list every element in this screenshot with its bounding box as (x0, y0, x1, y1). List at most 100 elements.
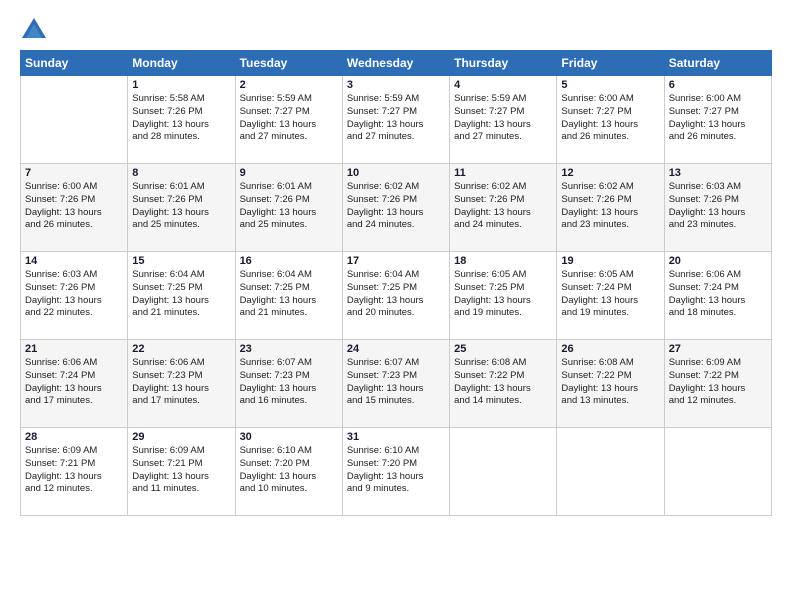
calendar-week-row: 7 Sunrise: 6:00 AM Sunset: 7:26 PM Daylig… (21, 164, 772, 252)
day-info: Sunrise: 6:09 AM Sunset: 7:21 PM Dayligh… (132, 445, 230, 496)
day-number: 5 (561, 79, 659, 91)
day-number: 9 (240, 167, 338, 179)
calendar-week-row: 14 Sunrise: 6:03 AM Sunset: 7:26 PM Dayli… (21, 252, 772, 340)
calendar-day-cell: 12 Sunrise: 6:02 AM Sunset: 7:26 PM Dayli… (557, 164, 664, 252)
day-number: 14 (25, 255, 123, 267)
calendar-week-row: 28 Sunrise: 6:09 AM Sunset: 7:21 PM Dayli… (21, 428, 772, 516)
day-number: 15 (132, 255, 230, 267)
calendar-day-cell: 4 Sunrise: 5:59 AM Sunset: 7:27 PM Daylig… (450, 76, 557, 164)
calendar-day-cell: 15Sunrise: 6:04 AM Sunset: 7:25 PM Dayli… (128, 252, 235, 340)
calendar-day-cell: 26Sunrise: 6:08 AM Sunset: 7:22 PM Dayli… (557, 340, 664, 428)
day-info: Sunrise: 6:08 AM Sunset: 7:22 PM Dayligh… (561, 357, 659, 408)
calendar-day-cell (557, 428, 664, 516)
day-info: Sunrise: 5:59 AM Sunset: 7:27 PM Dayligh… (454, 93, 552, 144)
calendar-day-cell: 21Sunrise: 6:06 AM Sunset: 7:24 PM Dayli… (21, 340, 128, 428)
day-info: Sunrise: 6:09 AM Sunset: 7:22 PM Dayligh… (669, 357, 767, 408)
weekday-header: Sunday (21, 51, 128, 76)
calendar-day-cell: 19Sunrise: 6:05 AM Sunset: 7:24 PM Dayli… (557, 252, 664, 340)
calendar-day-cell: 17 Sunrise: 6:04 AM Sunset: 7:25 PM Dayli… (342, 252, 449, 340)
calendar-day-cell: 28Sunrise: 6:09 AM Sunset: 7:21 PM Dayli… (21, 428, 128, 516)
calendar-day-cell (21, 76, 128, 164)
day-number: 13 (669, 167, 767, 179)
day-number: 31 (347, 431, 445, 443)
day-number: 28 (25, 431, 123, 443)
day-info: Sunrise: 6:04 AM Sunset: 7:25 PM Dayligh… (347, 269, 445, 320)
weekday-header-row: SundayMondayTuesdayWednesdayThursdayFrid… (21, 51, 772, 76)
day-info: Sunrise: 6:06 AM Sunset: 7:24 PM Dayligh… (25, 357, 123, 408)
logo-icon (20, 16, 48, 44)
day-number: 16 (240, 255, 338, 267)
calendar-day-cell: 14 Sunrise: 6:03 AM Sunset: 7:26 PM Dayli… (21, 252, 128, 340)
day-number: 22 (132, 343, 230, 355)
day-number: 7 (25, 167, 123, 179)
calendar-day-cell: 13 Sunrise: 6:03 AM Sunset: 7:26 PM Dayli… (664, 164, 771, 252)
day-number: 24 (347, 343, 445, 355)
header (20, 16, 772, 44)
calendar-day-cell: 16 Sunrise: 6:04 AM Sunset: 7:25 PM Dayli… (235, 252, 342, 340)
calendar-day-cell: 23 Sunrise: 6:07 AM Sunset: 7:23 PM Dayli… (235, 340, 342, 428)
day-number: 3 (347, 79, 445, 91)
day-number: 25 (454, 343, 552, 355)
calendar-day-cell: 27 Sunrise: 6:09 AM Sunset: 7:22 PM Dayli… (664, 340, 771, 428)
day-number: 29 (132, 431, 230, 443)
day-info: Sunrise: 6:04 AM Sunset: 7:25 PM Dayligh… (240, 269, 338, 320)
day-number: 18 (454, 255, 552, 267)
day-info: Sunrise: 6:02 AM Sunset: 7:26 PM Dayligh… (347, 181, 445, 232)
day-number: 19 (561, 255, 659, 267)
day-number: 1 (132, 79, 230, 91)
calendar-table: SundayMondayTuesdayWednesdayThursdayFrid… (20, 50, 772, 516)
day-number: 23 (240, 343, 338, 355)
calendar-day-cell: 29 Sunrise: 6:09 AM Sunset: 7:21 PM Dayli… (128, 428, 235, 516)
day-info: Sunrise: 6:06 AM Sunset: 7:24 PM Dayligh… (669, 269, 767, 320)
weekday-header: Saturday (664, 51, 771, 76)
calendar-day-cell (664, 428, 771, 516)
day-number: 2 (240, 79, 338, 91)
calendar-day-cell: 30 Sunrise: 6:10 AM Sunset: 7:20 PM Dayli… (235, 428, 342, 516)
calendar-day-cell: 3 Sunrise: 5:59 AM Sunset: 7:27 PM Daylig… (342, 76, 449, 164)
weekday-header: Friday (557, 51, 664, 76)
day-info: Sunrise: 6:10 AM Sunset: 7:20 PM Dayligh… (240, 445, 338, 496)
day-info: Sunrise: 6:00 AM Sunset: 7:27 PM Dayligh… (669, 93, 767, 144)
day-number: 10 (347, 167, 445, 179)
calendar-day-cell: 31Sunrise: 6:10 AM Sunset: 7:20 PM Dayli… (342, 428, 449, 516)
calendar-day-cell: 8 Sunrise: 6:01 AM Sunset: 7:26 PM Daylig… (128, 164, 235, 252)
day-number: 30 (240, 431, 338, 443)
day-info: Sunrise: 6:01 AM Sunset: 7:26 PM Dayligh… (240, 181, 338, 232)
day-info: Sunrise: 6:07 AM Sunset: 7:23 PM Dayligh… (240, 357, 338, 408)
day-number: 17 (347, 255, 445, 267)
day-number: 20 (669, 255, 767, 267)
day-info: Sunrise: 6:01 AM Sunset: 7:26 PM Dayligh… (132, 181, 230, 232)
calendar-day-cell: 22 Sunrise: 6:06 AM Sunset: 7:23 PM Dayli… (128, 340, 235, 428)
day-info: Sunrise: 6:03 AM Sunset: 7:26 PM Dayligh… (669, 181, 767, 232)
weekday-header: Monday (128, 51, 235, 76)
day-info: Sunrise: 5:59 AM Sunset: 7:27 PM Dayligh… (347, 93, 445, 144)
calendar-day-cell: 10 Sunrise: 6:02 AM Sunset: 7:26 PM Dayli… (342, 164, 449, 252)
day-info: Sunrise: 6:03 AM Sunset: 7:26 PM Dayligh… (25, 269, 123, 320)
day-number: 12 (561, 167, 659, 179)
day-info: Sunrise: 6:08 AM Sunset: 7:22 PM Dayligh… (454, 357, 552, 408)
calendar-day-cell: 9 Sunrise: 6:01 AM Sunset: 7:26 PM Daylig… (235, 164, 342, 252)
day-number: 11 (454, 167, 552, 179)
day-info: Sunrise: 6:06 AM Sunset: 7:23 PM Dayligh… (132, 357, 230, 408)
calendar-day-cell: 18 Sunrise: 6:05 AM Sunset: 7:25 PM Dayli… (450, 252, 557, 340)
day-number: 4 (454, 79, 552, 91)
day-info: Sunrise: 5:58 AM Sunset: 7:26 PM Dayligh… (132, 93, 230, 144)
day-info: Sunrise: 6:00 AM Sunset: 7:26 PM Dayligh… (25, 181, 123, 232)
calendar-week-row: 1 Sunrise: 5:58 AM Sunset: 7:26 PM Daylig… (21, 76, 772, 164)
day-info: Sunrise: 6:02 AM Sunset: 7:26 PM Dayligh… (561, 181, 659, 232)
day-number: 27 (669, 343, 767, 355)
calendar-day-cell: 20 Sunrise: 6:06 AM Sunset: 7:24 PM Dayli… (664, 252, 771, 340)
day-info: Sunrise: 6:00 AM Sunset: 7:27 PM Dayligh… (561, 93, 659, 144)
calendar-day-cell: 6 Sunrise: 6:00 AM Sunset: 7:27 PM Daylig… (664, 76, 771, 164)
weekday-header: Tuesday (235, 51, 342, 76)
day-info: Sunrise: 6:05 AM Sunset: 7:25 PM Dayligh… (454, 269, 552, 320)
day-info: Sunrise: 5:59 AM Sunset: 7:27 PM Dayligh… (240, 93, 338, 144)
calendar-day-cell (450, 428, 557, 516)
weekday-header: Thursday (450, 51, 557, 76)
calendar-day-cell: 1 Sunrise: 5:58 AM Sunset: 7:26 PM Daylig… (128, 76, 235, 164)
calendar-day-cell: 5 Sunrise: 6:00 AM Sunset: 7:27 PM Daylig… (557, 76, 664, 164)
day-number: 6 (669, 79, 767, 91)
day-info: Sunrise: 6:02 AM Sunset: 7:26 PM Dayligh… (454, 181, 552, 232)
day-number: 8 (132, 167, 230, 179)
calendar-day-cell: 24Sunrise: 6:07 AM Sunset: 7:23 PM Dayli… (342, 340, 449, 428)
